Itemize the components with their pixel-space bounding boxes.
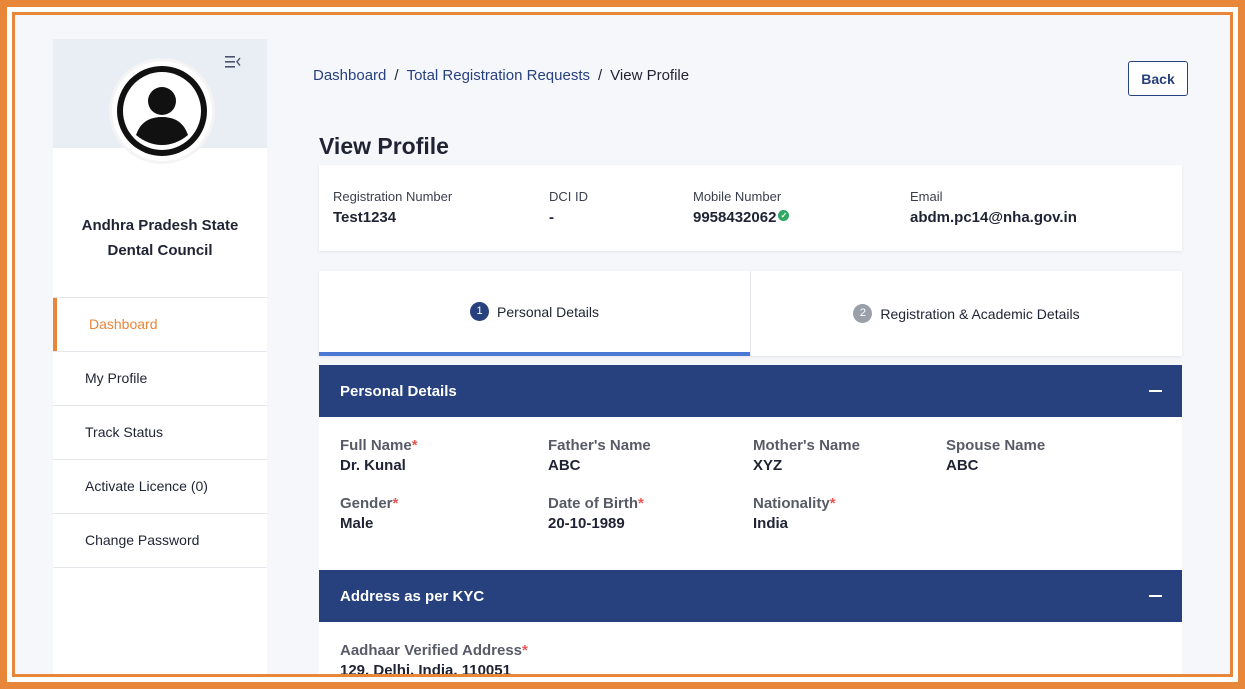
sidebar-item-dashboard[interactable]: Dashboard bbox=[53, 298, 267, 352]
aadhaar-address-value: 129, Delhi, India, 110051 bbox=[340, 662, 511, 677]
registration-number-block: Registration Number Test1234 bbox=[333, 189, 452, 226]
date-of-birth-field: Date of Birth* 20-10-1989 bbox=[548, 495, 644, 532]
profile-summary-card: Registration Number Test1234 DCI ID - Mo… bbox=[319, 165, 1182, 251]
address-kyc-body: Aadhaar Verified Address* 129, Delhi, In… bbox=[319, 622, 1182, 677]
mothers-name-value: XYZ bbox=[753, 457, 783, 474]
dci-id-label: DCI ID bbox=[549, 189, 588, 204]
dci-id-value: - bbox=[549, 209, 554, 226]
fathers-name-field: Father's Name ABC bbox=[548, 437, 651, 474]
full-name-label: Full Name* bbox=[340, 437, 418, 454]
aadhaar-address-field: Aadhaar Verified Address* 129, Delhi, In… bbox=[340, 642, 528, 677]
screenshot-frame: Andhra Pradesh State Dental Council Dash… bbox=[0, 0, 1245, 689]
email-block: Email abdm.pc14@nha.gov.in bbox=[910, 189, 1077, 226]
full-name-field: Full Name* Dr. Kunal bbox=[340, 437, 418, 474]
email-value: abdm.pc14@nha.gov.in bbox=[910, 209, 1077, 226]
collapse-minus-icon[interactable] bbox=[1149, 390, 1162, 392]
avatar bbox=[112, 61, 212, 161]
email-label: Email bbox=[910, 189, 943, 204]
sidebar-item-my-profile[interactable]: My Profile bbox=[53, 352, 267, 406]
breadcrumb-current: View Profile bbox=[610, 67, 690, 84]
nationality-value: India bbox=[753, 515, 789, 532]
mothers-name-label: Mother's Name bbox=[753, 437, 860, 454]
address-kyc-header[interactable]: Address as per KYC bbox=[319, 570, 1182, 622]
organization-name-line1: Andhra Pradesh State bbox=[81, 217, 239, 234]
organization-name-line2: Dental Council bbox=[107, 242, 213, 259]
section-title: Address as per KYC bbox=[340, 587, 485, 605]
section-title: Personal Details bbox=[340, 382, 457, 400]
registration-number-value: Test1234 bbox=[333, 209, 397, 226]
personal-details-header[interactable]: Personal Details bbox=[319, 365, 1182, 417]
screenshot-inner-frame: Andhra Pradesh State Dental Council Dash… bbox=[12, 12, 1233, 677]
fathers-name-value: ABC bbox=[548, 457, 581, 474]
personal-details-body: Full Name* Dr. Kunal Father's Name ABC M… bbox=[319, 417, 1182, 570]
spouse-name-value: ABC bbox=[946, 457, 979, 474]
sidebar-item-track-status[interactable]: Track Status bbox=[53, 406, 267, 460]
aadhaar-address-label: Aadhaar Verified Address* bbox=[340, 642, 528, 659]
organization-name: Andhra Pradesh State Dental Council bbox=[53, 213, 267, 263]
breadcrumb-separator: / bbox=[598, 67, 603, 84]
step-number-badge: 1 bbox=[470, 302, 490, 321]
sidebar-item-change-password[interactable]: Change Password bbox=[53, 514, 267, 568]
app-container: Andhra Pradesh State Dental Council Dash… bbox=[15, 15, 1230, 674]
date-of-birth-label: Date of Birth* bbox=[548, 495, 644, 512]
sidebar: Andhra Pradesh State Dental Council Dash… bbox=[53, 39, 267, 674]
profile-tabs: 1 Personal Details 2 Registration & Acad… bbox=[319, 271, 1182, 356]
step-number-badge: 2 bbox=[853, 304, 873, 323]
mothers-name-field: Mother's Name XYZ bbox=[753, 437, 860, 474]
user-avatar-icon bbox=[117, 66, 207, 156]
nationality-label: Nationality* bbox=[753, 495, 836, 512]
tab-personal-details[interactable]: 1 Personal Details bbox=[319, 271, 750, 356]
mobile-number-block: Mobile Number 9958432062 ✓ bbox=[693, 189, 790, 226]
spouse-name-label: Spouse Name bbox=[946, 437, 1046, 454]
gender-field: Gender* Male bbox=[340, 495, 398, 532]
fathers-name-label: Father's Name bbox=[548, 437, 651, 454]
breadcrumb: Dashboard / Total Registration Requests / Vi… bbox=[313, 67, 689, 84]
mobile-number-value: 9958432062 bbox=[693, 209, 777, 226]
tab-label: Registration & Academic Details bbox=[880, 305, 1080, 322]
gender-value: Male bbox=[340, 515, 374, 532]
tab-registration-academic-details[interactable]: 2 Registration & Academic Details bbox=[750, 271, 1182, 356]
nationality-field: Nationality* India bbox=[753, 495, 836, 532]
dci-id-block: DCI ID - bbox=[549, 189, 588, 226]
gender-label: Gender* bbox=[340, 495, 399, 512]
page-title: View Profile bbox=[319, 133, 449, 159]
mobile-number-row: 9958432062 ✓ bbox=[693, 209, 790, 226]
date-of-birth-value: 20-10-1989 bbox=[548, 515, 625, 532]
sidebar-item-activate-licence[interactable]: Activate Licence (0) bbox=[53, 460, 267, 514]
collapse-minus-icon[interactable] bbox=[1149, 595, 1162, 597]
spouse-name-field: Spouse Name ABC bbox=[946, 437, 1045, 474]
breadcrumb-dashboard-link[interactable]: Dashboard bbox=[313, 67, 386, 84]
back-button[interactable]: Back bbox=[1128, 61, 1188, 96]
mobile-number-label: Mobile Number bbox=[693, 189, 782, 204]
breadcrumb-total-registration-requests-link[interactable]: Total Registration Requests bbox=[407, 67, 590, 84]
full-name-value: Dr. Kunal bbox=[340, 457, 406, 474]
menu-collapse-icon[interactable] bbox=[225, 55, 241, 69]
verified-check-icon: ✓ bbox=[778, 210, 790, 221]
breadcrumb-separator: / bbox=[394, 67, 399, 84]
tab-label: Personal Details bbox=[497, 303, 599, 320]
sidebar-nav: Dashboard My Profile Track Status Activa… bbox=[53, 297, 267, 568]
registration-number-label: Registration Number bbox=[333, 189, 453, 204]
